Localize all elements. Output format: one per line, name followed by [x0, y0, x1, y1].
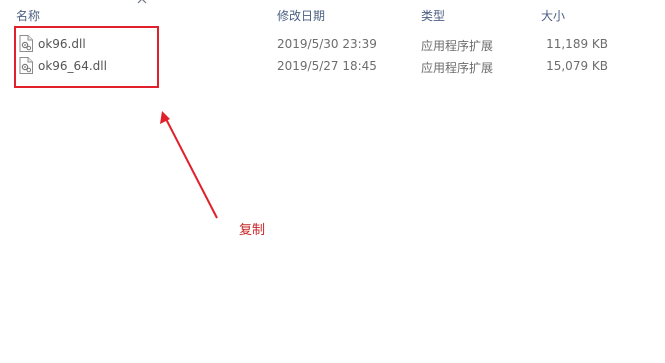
file-type: 应用程序扩展 [421, 39, 494, 53]
file-date: 2019/5/27 18:45 [277, 59, 377, 73]
file-size: 15,079 KB [546, 59, 608, 73]
column-header-type[interactable]: 类型 [421, 7, 445, 24]
column-header-name[interactable]: 名称 [16, 7, 40, 24]
file-type: 应用程序扩展 [421, 61, 494, 75]
annotation-label: 复制 [239, 223, 266, 238]
file-size: 11,189 KB [546, 37, 608, 51]
column-header-date[interactable]: 修改日期 [277, 7, 325, 24]
file-date: 2019/5/30 23:39 [277, 37, 377, 51]
file-explorer-view: 名称 修改日期 类型 大小 ok96.dll 2019/5/30 23:39 应… [0, 0, 665, 363]
highlight-box [14, 26, 159, 88]
column-header-size[interactable]: 大小 [541, 7, 565, 24]
chevron-up-icon [137, 0, 147, 4]
column-header-bar: 名称 修改日期 类型 大小 [0, 0, 665, 26]
